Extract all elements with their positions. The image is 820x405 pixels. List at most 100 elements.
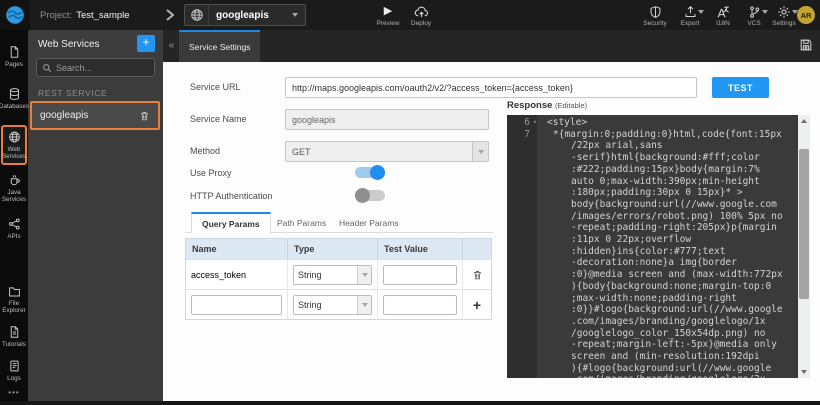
- service-selector-value: googleapis: [209, 10, 292, 21]
- code-line: -serif}html{background:#fff;color: [507, 152, 798, 164]
- code-line: 7*{margin:0;padding:0}html,code{font:15p…: [507, 129, 798, 141]
- chevron-right-icon: [164, 7, 176, 23]
- service-name-label: Service Name: [190, 114, 247, 124]
- new-param-type-select[interactable]: String: [293, 295, 372, 315]
- translate-icon: [716, 5, 730, 19]
- param-test-value-input[interactable]: [383, 265, 457, 285]
- add-param-button[interactable]: +: [473, 298, 481, 312]
- gear-icon: [777, 5, 791, 19]
- project-label: Project:: [40, 10, 72, 21]
- new-param-name-input[interactable]: [191, 295, 282, 315]
- scroll-up-arrow[interactable]: [798, 115, 810, 127]
- http-auth-toggle[interactable]: [355, 189, 385, 202]
- use-proxy-label: Use Proxy: [190, 168, 232, 178]
- tab-query-params[interactable]: Query Params: [191, 212, 271, 233]
- rest-service-section-label: REST SERVICE: [38, 88, 107, 98]
- table-row: access_token String: [186, 259, 491, 289]
- sidebar-item-databases[interactable]: Databases: [0, 84, 28, 113]
- sidebar-item-pages[interactable]: Pages: [0, 42, 28, 71]
- delete-param-icon[interactable]: [472, 269, 483, 281]
- deploy-button[interactable]: Deploy: [403, 2, 439, 29]
- chevron-down-icon: [472, 142, 488, 161]
- code-line: ){#logo{background:url(//www.google: [507, 363, 798, 375]
- header-name: Name: [186, 239, 288, 259]
- tab-header-params[interactable]: Header Params: [329, 212, 409, 233]
- service-list-item-googleapis[interactable]: googleapis: [30, 101, 160, 130]
- editor-tab-bar: « Service Settings: [163, 30, 820, 62]
- preview-label: Preview: [376, 20, 399, 27]
- code-area[interactable]: 6▾<style>7*{margin:0;padding:0}html,code…: [507, 117, 798, 378]
- security-button[interactable]: Security: [637, 2, 673, 29]
- apis-icon: [8, 217, 21, 231]
- panel-title: Web Services: [38, 39, 100, 50]
- user-avatar[interactable]: AR: [797, 6, 815, 24]
- project-name: Test_sample: [76, 10, 129, 21]
- sidebar-item-tutorials[interactable]: Tutorials: [0, 322, 28, 351]
- pages-icon: [8, 45, 21, 59]
- code-line: screen and (min-resolution:192dpi: [507, 351, 798, 363]
- code-line: .com/images/branding/googlelogo/2x: [507, 374, 798, 378]
- app-window: Project: Test_sample googleapis ▶ Previe…: [0, 0, 820, 405]
- main-area: « Service Settings Service URL TEST Serv…: [163, 30, 820, 401]
- code-line: :0}@media screen and (max-width:772px: [507, 269, 798, 281]
- sidebar-item-web-services[interactable]: Web Services: [1, 125, 27, 165]
- response-code-editor[interactable]: 6▾<style>7*{margin:0;padding:0}html,code…: [507, 115, 810, 378]
- chevron-down-icon: [357, 296, 371, 314]
- tab-path-params[interactable]: Path Params: [267, 212, 336, 233]
- service-settings-form: Service URL TEST Service Name Method GET…: [163, 62, 820, 401]
- sidebar-item-logs[interactable]: Logs: [0, 356, 28, 385]
- new-param-test-value-input[interactable]: [383, 295, 457, 315]
- code-line: :11px 0 22px;overflow: [507, 234, 798, 246]
- service-url-input[interactable]: [285, 77, 697, 98]
- preview-button[interactable]: ▶ Preview: [370, 2, 406, 29]
- tab-service-settings[interactable]: Service Settings: [179, 30, 260, 62]
- response-label: Response (Editable): [507, 100, 587, 111]
- scrollbar-thumb[interactable]: [799, 149, 809, 299]
- use-proxy-toggle[interactable]: [355, 166, 385, 179]
- service-search[interactable]: [36, 58, 155, 77]
- collapse-panel-button[interactable]: «: [165, 38, 178, 54]
- code-line: -decoration:none}a img{border: [507, 257, 798, 269]
- wavemaker-logo-icon: [5, 5, 25, 25]
- test-button[interactable]: TEST: [712, 77, 769, 98]
- code-line: -repeat;padding-right:205px}p{margin: [507, 222, 798, 234]
- table-header-row: Name Type Test Value: [186, 239, 491, 259]
- app-logo[interactable]: [0, 0, 30, 30]
- delete-service-icon[interactable]: [139, 110, 150, 122]
- export-button[interactable]: Export: [672, 2, 708, 29]
- code-line: ;max-width:none;padding-right: [507, 293, 798, 305]
- sidebar-item-file-explorer[interactable]: File Explorer: [0, 282, 28, 317]
- sidebar-item-apis[interactable]: APIs: [0, 214, 28, 243]
- code-line: auto 0;max-width:390px;min-height: [507, 176, 798, 188]
- editor-scrollbar[interactable]: [798, 115, 810, 378]
- code-line: /images/errors/robot.png) 100% 5px no: [507, 211, 798, 223]
- globe-icon: [185, 5, 209, 25]
- security-label: Security: [643, 20, 666, 27]
- method-select: GET: [285, 141, 489, 162]
- code-line: :0}}#logo{background:url(//www.google: [507, 304, 798, 316]
- service-selector-dropdown[interactable]: googleapis: [184, 4, 306, 26]
- code-line: :#222;padding:15px}body{margin:7%: [507, 164, 798, 176]
- code-line: -repeat;margin-left:-5px}@media only: [507, 339, 798, 351]
- top-bar: Project: Test_sample googleapis ▶ Previe…: [0, 0, 820, 30]
- project-breadcrumb: Project: Test_sample: [40, 0, 130, 30]
- search-icon: [42, 63, 52, 73]
- table-row: String +: [186, 289, 491, 319]
- sidebar-more-button[interactable]: •••: [0, 388, 28, 397]
- databases-icon: [8, 87, 21, 101]
- web-services-panel: Web Services + REST SERVICE googleapis: [28, 30, 163, 401]
- sidebar-item-java-services[interactable]: Java Services: [0, 170, 28, 206]
- code-line: /22px arial,sans: [507, 140, 798, 152]
- save-button[interactable]: [799, 38, 813, 52]
- code-line: .com/images/branding/googlelogo/1x: [507, 316, 798, 328]
- search-input[interactable]: [56, 63, 149, 73]
- branch-icon: [748, 5, 761, 19]
- code-line: body{background:url(//www.google.com: [507, 199, 798, 211]
- add-service-button[interactable]: +: [137, 35, 155, 52]
- code-line: :180px;padding:30px 0 15px}* >: [507, 187, 798, 199]
- response-editable-suffix: (Editable): [555, 101, 587, 110]
- param-type-select[interactable]: String: [293, 265, 372, 285]
- header-type: Type: [288, 239, 378, 259]
- param-name-value: access_token: [186, 260, 288, 289]
- scroll-down-arrow[interactable]: [798, 366, 810, 378]
